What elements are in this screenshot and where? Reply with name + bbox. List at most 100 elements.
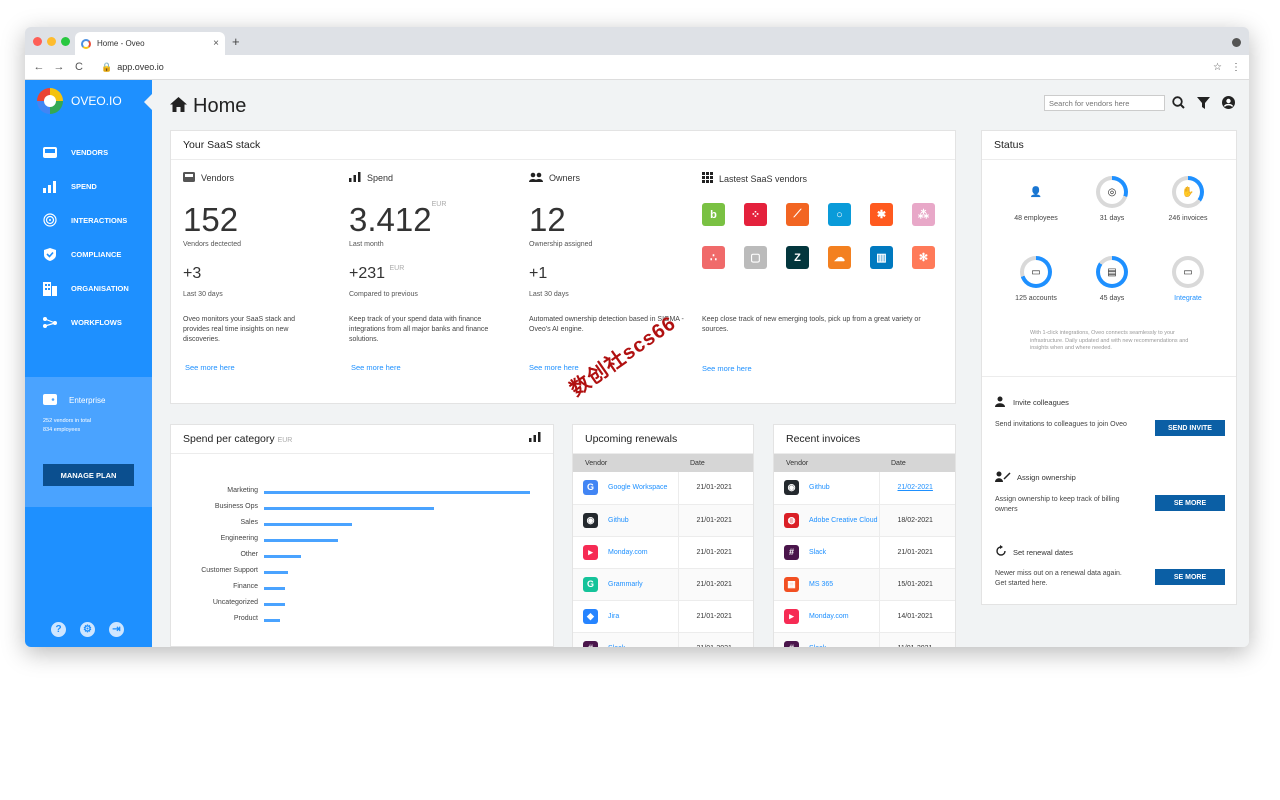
vendor-column-header[interactable]: Vendor xyxy=(774,454,879,472)
search-icon[interactable] xyxy=(1172,96,1185,114)
table-row[interactable]: ▸ Monday.com 14/01-2021 xyxy=(774,600,955,633)
send-invite-button[interactable]: SEND INVITE xyxy=(1155,420,1225,436)
vendor-link[interactable]: G Google Workspace xyxy=(583,480,678,496)
maximize-window-icon[interactable] xyxy=(61,37,70,46)
vendor-link[interactable]: # Slack xyxy=(583,640,678,647)
table-row[interactable]: ▸ Monday.com 21/01-2021 xyxy=(573,536,753,569)
table-row[interactable]: # Slack 21/01-2021 xyxy=(774,536,955,569)
invoice-date-link[interactable]: 21/02-2021 xyxy=(898,484,933,491)
status-item[interactable]: 👤 48 employees xyxy=(998,176,1074,224)
vendor-cell: ◍ Adobe Creative Cloud xyxy=(774,504,879,537)
spend-category-row: Engineering xyxy=(171,535,555,551)
renewal-dates-head: Set renewal dates xyxy=(995,545,1227,559)
spend-category-bar[interactable] xyxy=(264,603,286,606)
date-column-header[interactable]: Date xyxy=(879,454,955,472)
spend-category-bar[interactable] xyxy=(264,571,288,574)
browser-profile-icon[interactable] xyxy=(1232,38,1241,47)
owners-delta-label: Last 30 days xyxy=(529,291,569,298)
bookmark-star-icon[interactable]: ☆ xyxy=(1213,62,1222,73)
postman-logo-icon[interactable]: ⟋ xyxy=(786,203,809,226)
table-row[interactable]: # Slack 11/01-2021 xyxy=(774,632,955,647)
spend-category-bar[interactable] xyxy=(264,491,530,494)
asana-logo-icon[interactable]: ∴ xyxy=(702,246,725,269)
latest-vendors-head-label: Lastest SaaS vendors xyxy=(719,173,808,184)
table-row[interactable]: ◉ Github 21/01-2021 xyxy=(573,504,753,537)
minimize-window-icon[interactable] xyxy=(47,37,56,46)
cloudflare-logo-icon[interactable]: ☁ xyxy=(828,246,851,269)
vendor-link[interactable]: ◉ Github xyxy=(583,512,678,528)
vendor-link[interactable]: # Slack xyxy=(784,640,879,647)
user-account-icon[interactable] xyxy=(1222,96,1235,114)
spend-see-more-link[interactable]: See more here xyxy=(351,363,401,372)
back-button[interactable]: ← xyxy=(29,61,49,73)
search-input[interactable] xyxy=(1049,99,1160,108)
brand[interactable]: OVEO.IO xyxy=(37,88,122,114)
zendesk-logo-icon[interactable]: Z xyxy=(786,246,809,269)
sidebar-item-interactions[interactable]: INTERACTIONS xyxy=(41,203,129,237)
table-row[interactable]: ◍ Adobe Creative Cloud 18/02-2021 xyxy=(774,504,955,537)
forward-button[interactable]: → xyxy=(49,61,69,73)
spend-category-bar[interactable] xyxy=(264,523,352,526)
filter-icon[interactable] xyxy=(1197,96,1210,114)
twilio-logo-icon[interactable]: ⁘ xyxy=(744,203,767,226)
vendor-link[interactable]: ◆ Jira xyxy=(583,608,678,624)
assign-ownership-see-more-button[interactable]: SE MORE xyxy=(1155,495,1225,511)
new-tab-button[interactable]: + xyxy=(232,34,240,49)
status-item[interactable]: ▤ 45 days xyxy=(1074,256,1150,304)
logout-icon[interactable]: ⇥ xyxy=(109,622,124,637)
vendor-link[interactable]: ◉ Github xyxy=(784,480,879,496)
url-field[interactable]: 🔒 app.oveo.io xyxy=(101,62,164,73)
settings-gear-icon[interactable]: ⚙ xyxy=(80,622,95,637)
help-icon[interactable]: ? xyxy=(51,622,66,637)
sidebar-item-compliance[interactable]: COMPLIANCE xyxy=(41,237,129,271)
table-row[interactable]: G Grammarly 21/01-2021 xyxy=(573,568,753,601)
browser-tab[interactable]: Home - Oveo × xyxy=(75,32,225,55)
table-row[interactable]: G Google Workspace 21/01-2021 xyxy=(573,472,753,505)
status-item[interactable]: ▭ Integrate xyxy=(1150,256,1226,304)
vendor-link[interactable]: ▸ Monday.com xyxy=(583,544,678,560)
table-row[interactable]: # Slack 21/01-2021 xyxy=(573,632,753,647)
spend-amount: 3.412EUR xyxy=(349,201,446,239)
spend-category-bar[interactable] xyxy=(264,507,435,510)
renewal-dates-see-more-button[interactable]: SE MORE xyxy=(1155,569,1225,585)
status-item[interactable]: ◎ 31 days xyxy=(1074,176,1150,224)
trello-logo-icon[interactable]: ▥ xyxy=(870,246,893,269)
vendor-name: Jira xyxy=(608,612,620,620)
date-column-header[interactable]: Date xyxy=(678,454,753,472)
status-item[interactable]: ✋ 246 invoices xyxy=(1150,176,1226,224)
spend-category-bar[interactable] xyxy=(264,555,302,558)
vendors-see-more-link[interactable]: See more here xyxy=(185,363,235,372)
close-window-icon[interactable] xyxy=(33,37,42,46)
vendor-link[interactable]: G Grammarly xyxy=(583,576,678,592)
reload-button[interactable]: C xyxy=(69,61,89,73)
latest-vendors-see-more-link[interactable]: See more here xyxy=(702,364,752,373)
table-row[interactable]: ◆ Jira 21/01-2021 xyxy=(573,600,753,633)
spend-category-label: Uncategorized xyxy=(212,599,258,606)
spend-category-bar[interactable] xyxy=(264,539,339,542)
bitbucket-logo-icon[interactable]: b xyxy=(702,203,725,226)
zapier-logo-icon[interactable]: ✱ xyxy=(870,203,893,226)
spend-category-bar[interactable] xyxy=(264,587,286,590)
status-item[interactable]: ▭ 125 accounts xyxy=(998,256,1074,304)
browser-menu-icon[interactable]: ⋮ xyxy=(1231,62,1241,73)
circle-logo-icon[interactable]: ○ xyxy=(828,203,851,226)
slack-dots-logo-icon[interactable]: ⁂ xyxy=(912,203,935,226)
vendor-link[interactable]: ◍ Adobe Creative Cloud xyxy=(784,512,879,528)
hubspot-logo-icon[interactable]: ✻ xyxy=(912,246,935,269)
manage-plan-button[interactable]: MANAGE PLAN xyxy=(43,464,134,486)
table-row[interactable]: ▦ MS 365 15/01-2021 xyxy=(774,568,955,601)
tab-close-icon[interactable]: × xyxy=(213,38,219,49)
bar-chart-icon[interactable] xyxy=(529,425,541,454)
sidebar-item-spend[interactable]: SPEND xyxy=(41,169,129,203)
calendar-logo-icon[interactable]: ▢ xyxy=(744,246,767,269)
sidebar-item-organisation[interactable]: ORGANISATION xyxy=(41,271,129,305)
vendor-link[interactable]: # Slack xyxy=(784,544,879,560)
vendor-link[interactable]: ▦ MS 365 xyxy=(784,576,879,592)
table-row[interactable]: ◉ Github 21/02-2021 xyxy=(774,472,955,505)
sidebar-item-vendors[interactable]: VENDORS xyxy=(41,135,129,169)
vendor-link[interactable]: ▸ Monday.com xyxy=(784,608,879,624)
spend-category-bar[interactable] xyxy=(264,619,280,622)
sidebar-item-workflows[interactable]: WORKFLOWS xyxy=(41,305,129,339)
vendor-column-header[interactable]: Vendor xyxy=(573,454,678,472)
saas-stack-title: Your SaaS stack xyxy=(171,131,955,160)
